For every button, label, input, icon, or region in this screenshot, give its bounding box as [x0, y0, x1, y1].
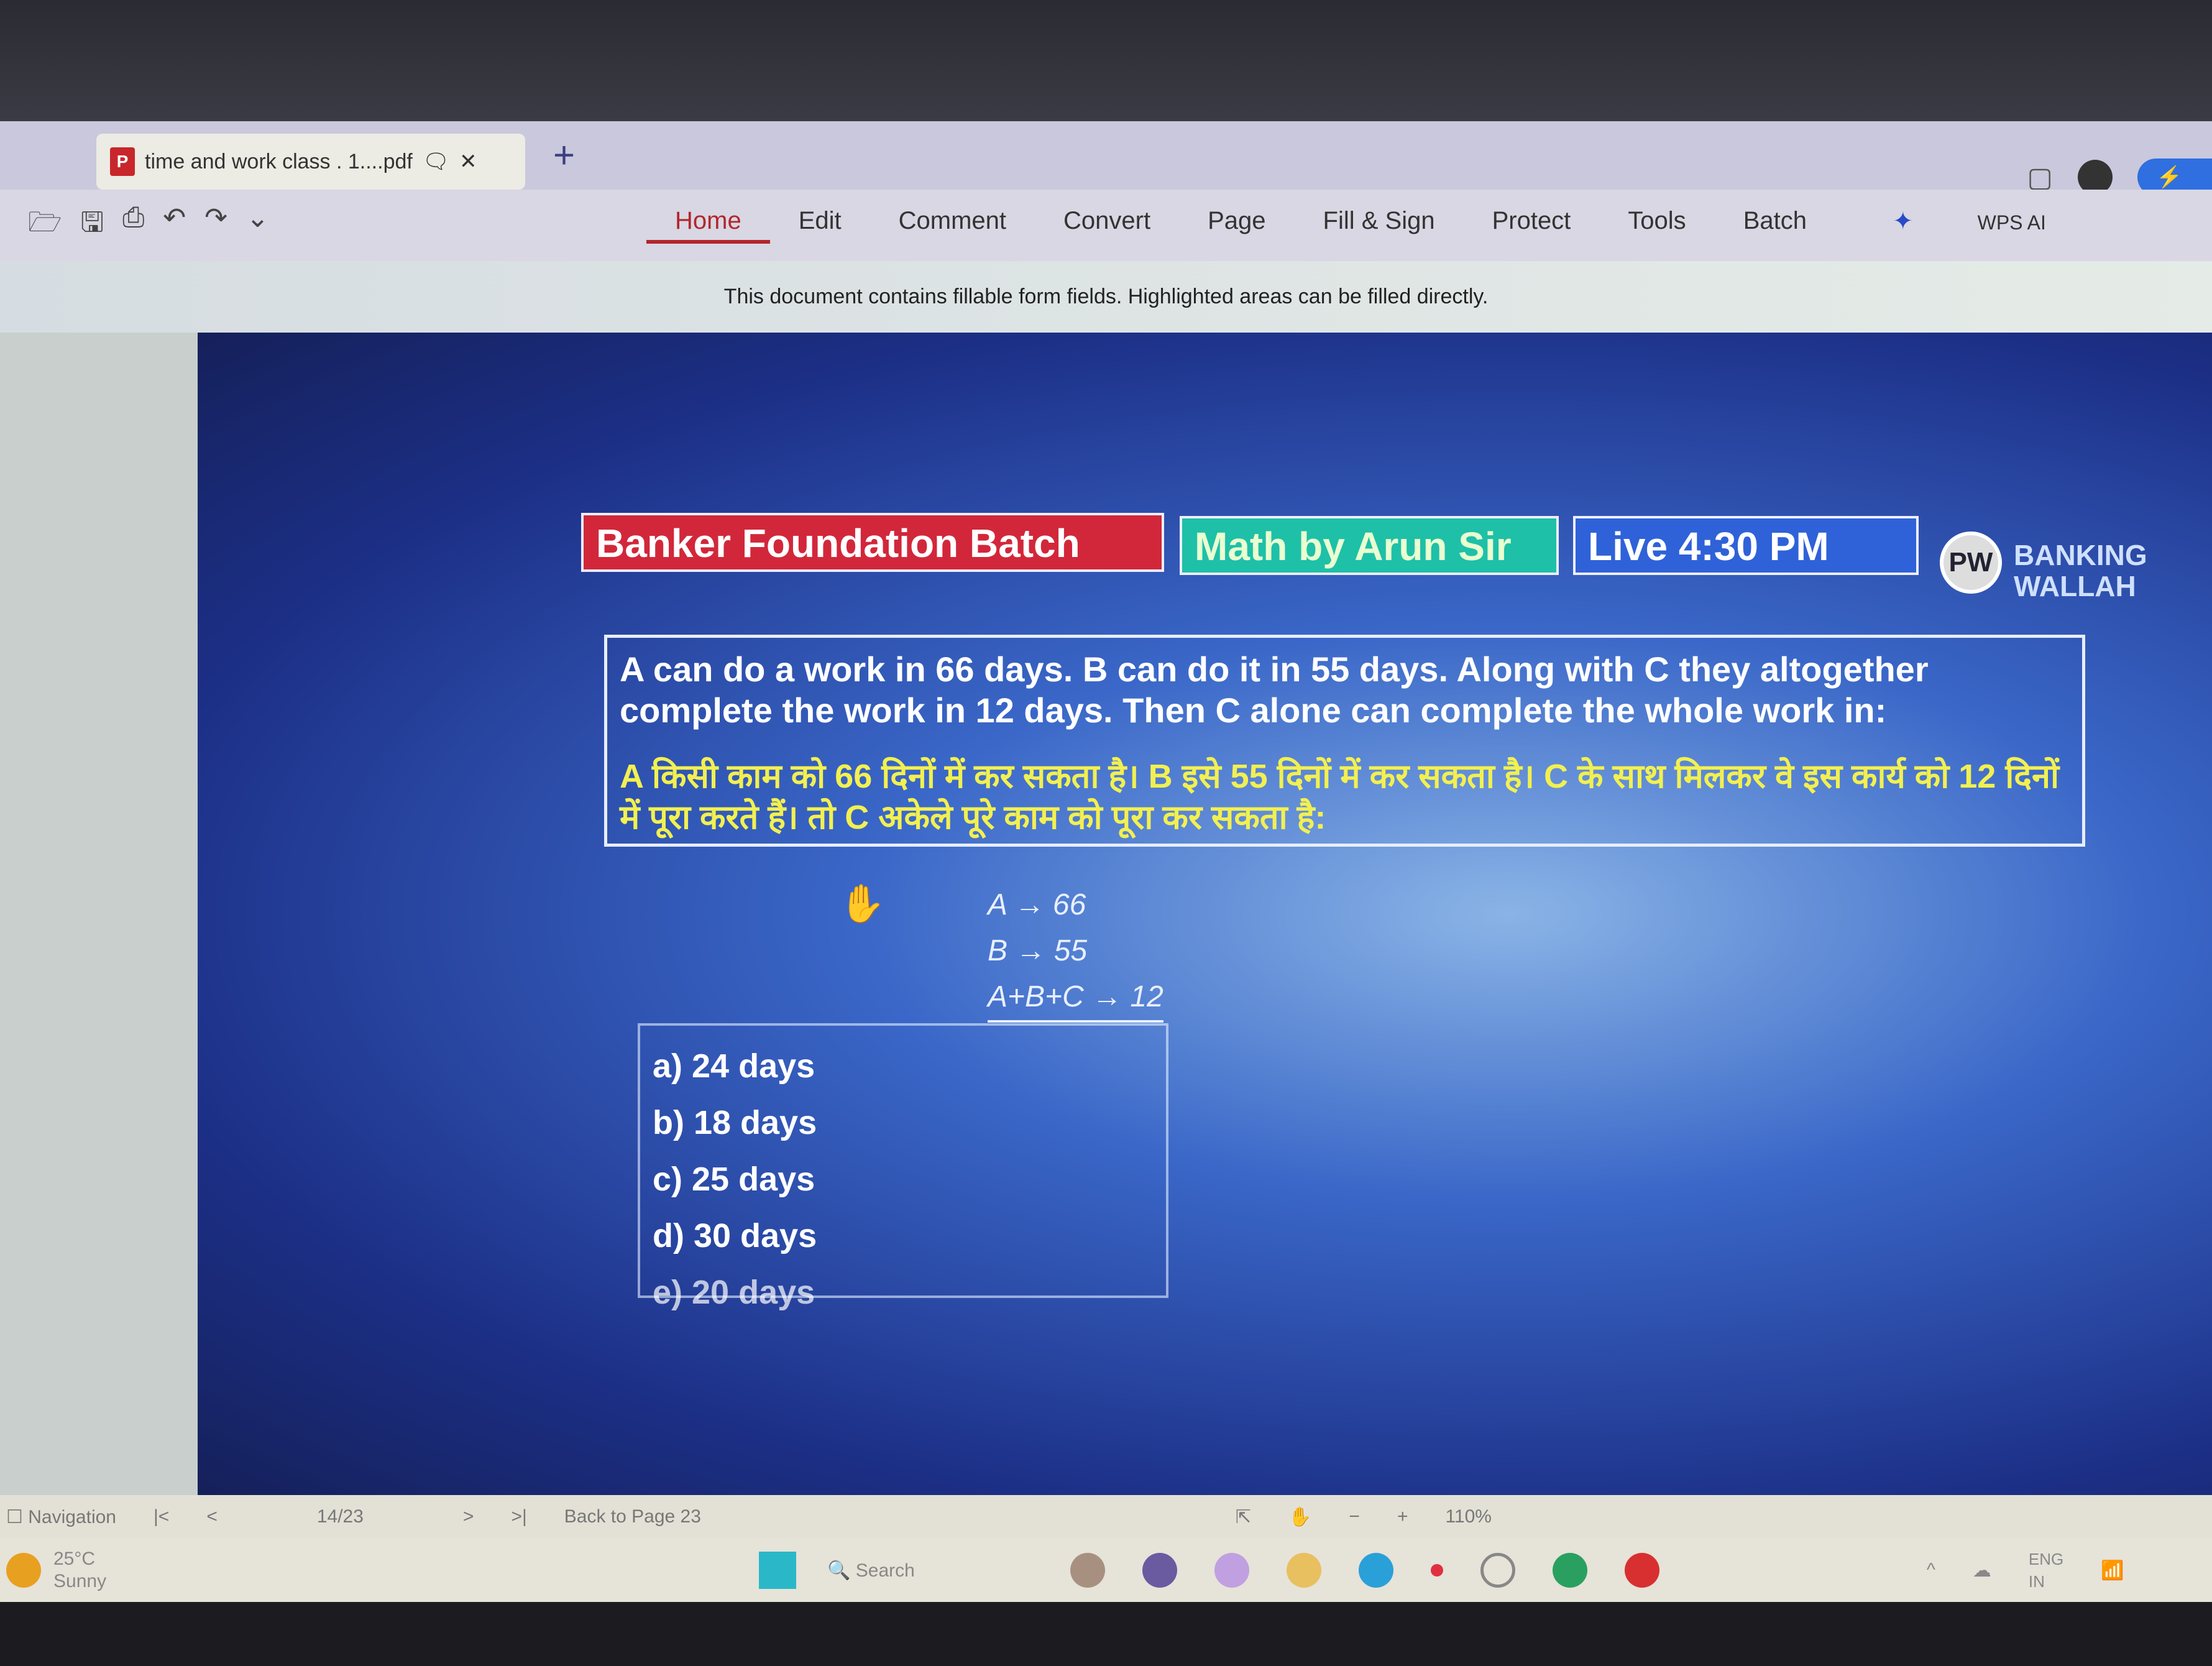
app-icon[interactable]	[1070, 1553, 1105, 1588]
tab-comment[interactable]: Comment	[870, 207, 1035, 244]
redo-icon[interactable]: ↷	[204, 202, 227, 249]
page-number[interactable]: 14/23	[317, 1506, 364, 1527]
taskbar: 25°C Sunny 🔍 Search ^ ☁ ENG IN 📶	[0, 1539, 2212, 1602]
zoom-level[interactable]: 110%	[1445, 1506, 1492, 1527]
tab-wps-ai[interactable]: ✦ WPS AI	[1835, 207, 2103, 244]
pw-logo: PW	[1940, 532, 2002, 594]
print-icon[interactable]: ⎙	[122, 202, 144, 249]
window-icon[interactable]: ▢	[2027, 162, 2053, 193]
spotify-icon[interactable]	[1552, 1553, 1587, 1588]
temperature: 25°C	[53, 1549, 96, 1569]
options-box: a) 24 days b) 18 days c) 25 days d) 30 d…	[638, 1023, 1168, 1311]
toolbar: 🗁 🖫 ⎙ ↶ ↷ ⌄ Home Edit Comment Convert Pa…	[0, 190, 2212, 261]
brand-line-2: WALLAH	[2014, 570, 2136, 602]
region-code: IN	[2028, 1572, 2045, 1591]
tab-edit[interactable]: Edit	[770, 207, 870, 244]
weather-text: Sunny	[53, 1571, 107, 1591]
wps-ai-label: WPS AI	[1977, 211, 2046, 234]
open-icon[interactable]: 🗁	[28, 202, 62, 249]
telegram-icon[interactable]	[1358, 1553, 1393, 1588]
quick-access: 🗁 🖫 ⎙ ↶ ↷ ⌄	[0, 202, 646, 249]
chevron-down-icon[interactable]: ⌄	[246, 202, 269, 249]
handwritten-notes: A → 66 B → 55 A+B+C → 12	[988, 882, 1163, 1023]
tab-fill-sign[interactable]: Fill & Sign	[1295, 207, 1464, 244]
tab-page[interactable]: Page	[1179, 207, 1294, 244]
close-icon[interactable]: ✕	[459, 149, 477, 174]
screen-bezel	[0, 0, 2212, 121]
weather-icon	[6, 1553, 41, 1588]
zoom-out-button[interactable]: −	[1349, 1506, 1360, 1527]
batch-banner: Banker Foundation Batch	[581, 513, 1164, 572]
tab-batch[interactable]: Batch	[1715, 207, 1835, 244]
last-page-icon[interactable]: >|	[511, 1506, 526, 1527]
search-box[interactable]: 🔍 Search	[827, 1560, 915, 1581]
new-tab-button[interactable]: +	[553, 134, 575, 177]
option-c: c) 25 days	[653, 1161, 815, 1198]
option-a: a) 24 days	[653, 1047, 815, 1085]
app-icon[interactable]	[1142, 1553, 1177, 1588]
question-box: A can do a work in 66 days. B can do it …	[604, 635, 2085, 847]
note-line: B → 55	[988, 934, 1088, 967]
laptop-bezel-bottom	[0, 1602, 2212, 1666]
tab-home[interactable]: Home	[646, 207, 770, 244]
windows-start-icon[interactable]	[759, 1552, 797, 1589]
tab-convert[interactable]: Convert	[1035, 207, 1179, 244]
language-indicator[interactable]: ENG IN	[2029, 1548, 2063, 1593]
back-to-page-link[interactable]: Back to Page 23	[564, 1506, 701, 1527]
onedrive-icon[interactable]: ☁	[1973, 1560, 1991, 1581]
form-notice: This document contains fillable form fie…	[0, 261, 2212, 333]
note-line: A → 66	[988, 888, 1086, 921]
time-banner: Live 4:30 PM	[1573, 516, 1919, 575]
whatsapp-icon[interactable]	[1480, 1553, 1515, 1588]
note-line: A+B+C → 12	[988, 974, 1163, 1023]
wps-icon[interactable]	[1624, 1553, 1659, 1588]
option-e: e) 20 days	[653, 1274, 815, 1311]
navigation-toggle[interactable]: ☐ Navigation	[6, 1506, 116, 1528]
prev-page-icon[interactable]: <	[206, 1506, 218, 1527]
select-tool-icon[interactable]: ⇱	[1236, 1506, 1251, 1528]
search-label: Search	[855, 1560, 915, 1581]
sparkle-icon: ✦	[1892, 208, 1914, 235]
save-icon[interactable]: 🖫	[81, 202, 104, 249]
document-tab[interactable]: P time and work class . 1....pdf 🗨 ✕	[96, 134, 525, 190]
brand-name: BANKING WALLAH	[2014, 540, 2147, 602]
hand-cursor-icon: ✋	[839, 883, 886, 924]
teacher-banner: Math by Arun Sir	[1180, 516, 1559, 575]
pdf-page	[198, 333, 2212, 1495]
wifi-icon[interactable]: 📶	[2101, 1560, 2124, 1581]
browser-icon[interactable]	[1214, 1553, 1249, 1588]
brand-line-1: BANKING	[2014, 539, 2147, 571]
tab-tools[interactable]: Tools	[1599, 207, 1714, 244]
tab-title: time and work class . 1....pdf	[145, 149, 413, 173]
next-page-icon[interactable]: >	[463, 1506, 474, 1527]
tab-bar: P time and work class . 1....pdf 🗨 ✕ + ▢…	[0, 121, 2212, 226]
question-hindi: A किसी काम को 66 दिनों में कर सकता है। B…	[620, 758, 2059, 836]
tab-protect[interactable]: Protect	[1464, 207, 1600, 244]
language-code: ENG	[2028, 1550, 2064, 1568]
first-page-icon[interactable]: |<	[154, 1506, 169, 1527]
chevron-up-icon[interactable]: ^	[1927, 1560, 1935, 1581]
question-english: A can do a work in 66 days. B can do it …	[620, 650, 1929, 730]
comment-icon[interactable]: 🗨	[423, 149, 449, 174]
undo-icon[interactable]: ↶	[163, 202, 186, 249]
pdf-icon: P	[110, 147, 135, 176]
zoom-in-button[interactable]: +	[1397, 1506, 1408, 1527]
status-bar: ☐ Navigation |< < 14/23 > >| Back to Pag…	[0, 1495, 2212, 1539]
app-icon[interactable]	[1430, 1564, 1443, 1576]
file-explorer-icon[interactable]	[1286, 1553, 1321, 1588]
main-menu: Home Edit Comment Convert Page Fill & Si…	[646, 207, 2103, 244]
weather-widget[interactable]: 25°C Sunny	[53, 1548, 106, 1593]
option-d: d) 30 days	[653, 1217, 817, 1254]
hand-tool-icon[interactable]: ✋	[1288, 1506, 1311, 1528]
navigation-label: Navigation	[28, 1506, 116, 1527]
option-b: b) 18 days	[653, 1104, 817, 1141]
